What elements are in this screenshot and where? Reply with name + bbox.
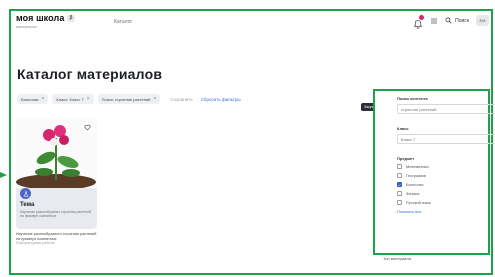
nav-catalog-link[interactable]: Каталог (114, 19, 132, 25)
card-caption-title: Изучение разнообразного строения растени… (16, 232, 97, 241)
subject-checkbox[interactable]: География (397, 173, 488, 178)
check-icon (398, 183, 401, 186)
bell-icon (413, 19, 423, 29)
logo-title: моя школа (16, 13, 65, 23)
filter-chip-label: Класс: Класс 7 (56, 96, 84, 102)
notification-dot (419, 14, 425, 20)
filter-chip[interactable]: Поиск: строение растений × (97, 94, 161, 104)
subject-checkbox[interactable]: Физика (397, 191, 488, 196)
subject-label: География (406, 173, 426, 178)
subject-checkbox[interactable]: Русский язык (397, 200, 488, 205)
material-card[interactable]: Тема Изучение разнообразных строения рас… (16, 118, 97, 229)
card-image (16, 118, 97, 190)
filter-chip[interactable]: Класс: Класс 7 × (52, 94, 94, 104)
filter-chip[interactable]: Биология × (17, 94, 49, 104)
checkbox[interactable] (397, 173, 402, 178)
card-title: Тема (20, 202, 35, 208)
card-description: Изучение разнообразных строения растений… (20, 210, 91, 219)
search-icon (445, 17, 452, 24)
logo-subtitle: материалы (16, 24, 37, 29)
active-filters: Биология × Класс: Класс 7 × Поиск: строени… (17, 94, 241, 104)
close-icon[interactable]: × (41, 96, 44, 102)
heart-icon (84, 124, 91, 131)
subject-checkbox[interactable]: Биология (397, 182, 488, 187)
filter-panel: Поиск контента строение растений Класс К… (373, 89, 495, 255)
beta-badge: β (67, 14, 75, 22)
search-content-label: Поиск контента (397, 96, 428, 101)
material-type-label: Тип материала (383, 256, 411, 261)
card-caption-meta: Лабораторная работа (16, 241, 55, 246)
subject-label: Предмет (397, 156, 415, 161)
subject-label: Русский язык (406, 200, 431, 205)
pointer-arrow-icon (0, 172, 7, 178)
checkbox-checked[interactable] (397, 182, 402, 187)
notifications-button[interactable] (413, 14, 425, 29)
search-button[interactable]: Поиск (445, 17, 469, 24)
checkbox[interactable] (397, 200, 402, 205)
subject-label: Физика (406, 191, 420, 196)
save-filters-button[interactable]: Сохранить (170, 97, 192, 102)
page-title: Каталог материалов (17, 66, 163, 82)
subject-checkbox[interactable]: Математика (397, 164, 488, 169)
material-type-badge (20, 188, 31, 199)
subject-label: Математика (406, 164, 429, 169)
subject-label: Биология (406, 182, 424, 187)
reset-filters-link[interactable]: Сбросить фильтры (201, 97, 241, 102)
top-header: моя школа β материалы Каталог Поиск ЕМ (16, 13, 489, 33)
logo[interactable]: моя школа β материалы (16, 13, 75, 29)
search-label: Поиск (455, 17, 469, 24)
show-all-link[interactable]: Показать все (397, 209, 488, 214)
content-search-input[interactable]: строение растений (397, 104, 495, 114)
filter-chip-label: Биология (21, 96, 39, 102)
close-icon[interactable]: × (87, 96, 90, 102)
flask-icon (23, 190, 28, 197)
class-label: Класс (397, 126, 409, 131)
favorite-button[interactable] (82, 122, 93, 133)
filter-chip-label: Поиск: строение растений (101, 96, 151, 102)
class-select[interactable]: Класс 7 (397, 134, 495, 144)
checkbox[interactable] (397, 191, 402, 196)
close-icon[interactable]: × (153, 96, 156, 102)
menu-icon[interactable] (430, 17, 438, 25)
user-avatar[interactable]: ЕМ (476, 15, 489, 26)
checkbox[interactable] (397, 164, 402, 169)
card-caption[interactable]: Изучение разнообразного строения растени… (16, 232, 101, 246)
material-type-section: Тип материала (383, 256, 411, 267)
